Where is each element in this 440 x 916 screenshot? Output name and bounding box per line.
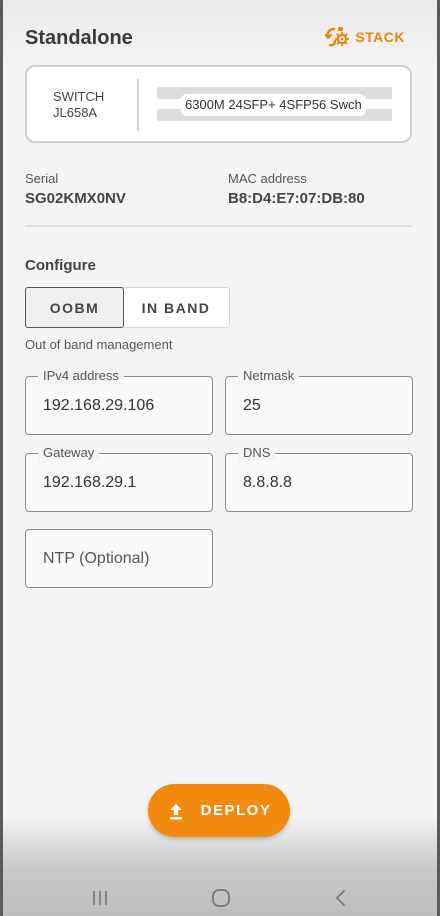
deploy-button[interactable]: DEPLOY (148, 784, 290, 837)
recent-apps-icon (93, 891, 107, 905)
stack-icon (325, 27, 350, 47)
oobm-option[interactable]: OOBM (25, 287, 124, 328)
header-bar: Standalone STACK (3, 0, 437, 64)
serial-value: SG02KMX0NV (25, 190, 126, 207)
back-button[interactable] (326, 886, 356, 910)
gateway-label: Gateway (38, 445, 100, 461)
deploy-label: DEPLOY (200, 802, 272, 819)
app-screen: Standalone STACK SWITCH JL658A 6300M 24S… (3, 0, 437, 916)
switch-identity: SWITCH JL658A (53, 89, 104, 121)
dns-label: DNS (238, 445, 276, 461)
serial-label: Serial (25, 171, 59, 186)
netmask-field[interactable]: Netmask 25 (225, 368, 413, 435)
mac-value: B8:D4:E7:07:DB:80 (228, 190, 365, 207)
netmask-value: 25 (243, 397, 261, 414)
stack-button[interactable]: STACK (325, 26, 405, 48)
upload-icon (169, 803, 182, 819)
ipv4-value: 192.168.29.106 (43, 397, 155, 414)
gateway-field[interactable]: Gateway 192.168.29.1 (25, 445, 213, 512)
recent-apps-button[interactable] (85, 886, 115, 910)
ipv4-field[interactable]: IPv4 address 192.168.29.106 (25, 368, 213, 435)
switch-card: SWITCH JL658A 6300M 24SFP+ 4SFP56 Swch (25, 65, 412, 143)
in-band-option[interactable]: IN BAND (123, 288, 229, 327)
home-button[interactable] (206, 886, 236, 910)
ipv4-label: IPv4 address (38, 368, 124, 384)
switch-model: 6300M 24SFP+ 4SFP56 Swch (181, 94, 366, 116)
home-icon (212, 889, 230, 907)
gateway-value: 192.168.29.1 (43, 474, 137, 491)
ntp-placeholder: NTP (Optional) (43, 550, 150, 567)
configure-title: Configure (25, 257, 96, 274)
mac-label: MAC address (228, 171, 307, 186)
switch-part-number: JL658A (53, 105, 98, 120)
dns-field[interactable]: DNS 8.8.8.8 (225, 445, 413, 512)
mode-description: Out of band management (25, 337, 173, 352)
netmask-label: Netmask (238, 368, 300, 384)
back-icon (336, 890, 345, 906)
system-navbar (3, 880, 437, 916)
stack-label: STACK (355, 29, 405, 45)
switch-type: SWITCH (53, 89, 105, 104)
card-divider (137, 79, 139, 131)
switch-graphic: 6300M 24SFP+ 4SFP56 Swch (157, 87, 392, 123)
section-divider (25, 225, 412, 227)
page-title: Standalone (25, 27, 133, 49)
dns-value: 8.8.8.8 (243, 474, 292, 491)
management-mode-toggle: OOBM IN BAND (25, 287, 230, 328)
ntp-field[interactable]: NTP (Optional) (25, 529, 213, 588)
